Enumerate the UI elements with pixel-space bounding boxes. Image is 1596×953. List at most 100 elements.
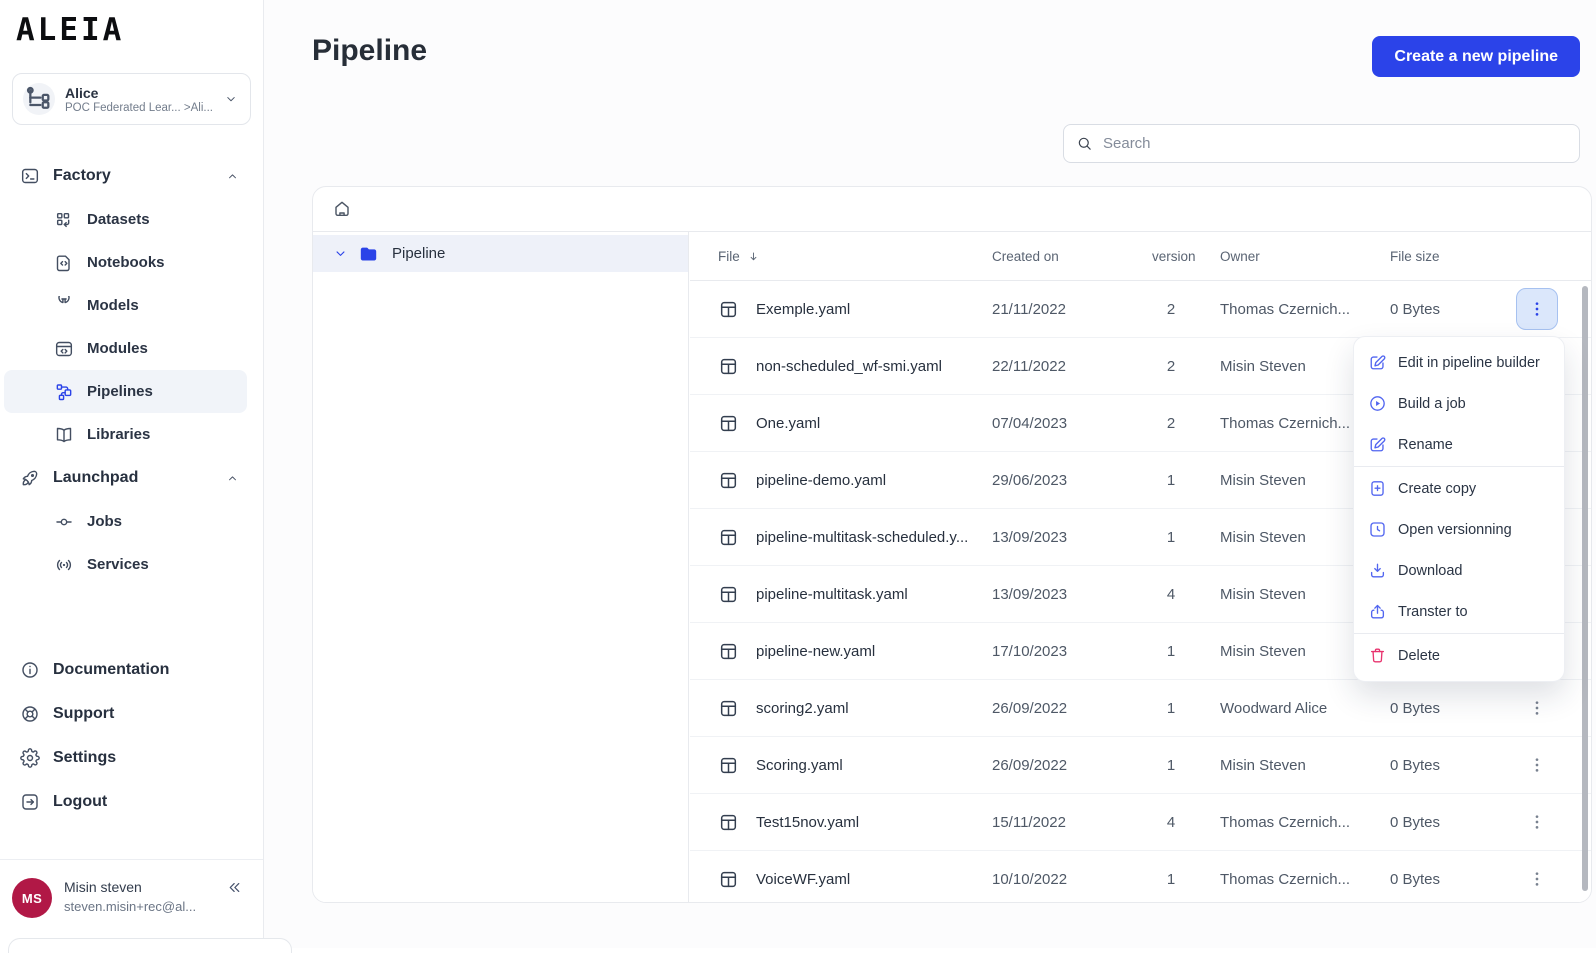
file-name: VoiceWF.yaml <box>756 870 851 888</box>
file-table-icon <box>718 641 739 662</box>
sidebar-item-services[interactable]: Services <box>0 543 263 586</box>
sidebar-nav: Factory Datasets Notebooks Models Modules Pip… <box>0 154 263 586</box>
file-table-icon <box>718 413 739 434</box>
menu-item-delete[interactable]: Delete <box>1354 635 1564 676</box>
row-menu-button[interactable] <box>1516 801 1558 843</box>
cell-owner: Thomas Czernich... <box>1220 414 1351 432</box>
search-input[interactable] <box>1101 134 1567 153</box>
tree-item-label: Pipeline <box>392 245 446 262</box>
services-icon <box>54 555 74 575</box>
table-scrollbar[interactable] <box>1582 286 1588 891</box>
sidebar-link-documentation[interactable]: Documentation <box>0 648 263 692</box>
cell-owner: Thomas Czernich... <box>1220 870 1351 888</box>
kebab-icon <box>1527 755 1547 775</box>
cell-file: pipeline-new.yaml <box>690 641 977 662</box>
menu-item-label: Create copy <box>1398 480 1477 497</box>
column-header-created-on: Created on <box>977 249 1137 264</box>
sidebar-footer-links: Documentation Support Settings Logout <box>0 648 263 824</box>
sidebar-item-datasets[interactable]: Datasets <box>0 198 263 241</box>
cell-version: 4 <box>1166 813 1176 831</box>
sidebar-item-modules[interactable]: Modules <box>0 327 263 370</box>
sidebar-group-factory[interactable]: Factory <box>0 154 263 198</box>
sidebar-link-logout[interactable]: Logout <box>0 780 263 824</box>
avatar: MS <box>12 878 52 918</box>
sidebar-group-label: Launchpad <box>53 469 139 486</box>
column-header-owner: Owner <box>1205 249 1375 264</box>
chevron-down-icon[interactable] <box>333 246 348 261</box>
main-content: Pipeline Create a new pipeline Pipeline … <box>264 0 1596 948</box>
cell-file: scoring2.yaml <box>690 698 977 719</box>
column-header-file-size: File size <box>1375 249 1495 264</box>
table-row[interactable]: VoiceWF.yaml 10/10/2022 1 Thomas Czernich..… <box>690 851 1591 902</box>
transfer-icon <box>1368 602 1387 621</box>
workspace-selector[interactable]: Alice POC Federated Lear... >Ali... <box>12 73 251 125</box>
sidebar-link-support[interactable]: Support <box>0 692 263 736</box>
file-name: pipeline-demo.yaml <box>756 471 887 489</box>
menu-item-label: Transter to <box>1398 603 1468 620</box>
kebab-icon <box>1527 869 1547 889</box>
table-row[interactable]: Exemple.yaml 21/11/2022 2 Thomas Czernich..… <box>690 281 1591 338</box>
sidebar-item-jobs[interactable]: Jobs <box>0 500 263 543</box>
table-row[interactable]: Test15nov.yaml 15/11/2022 4 Thomas Czernich… <box>690 794 1591 851</box>
table-row[interactable]: Scoring.yaml 26/09/2022 1 Misin Steven 0 Byt… <box>690 737 1591 794</box>
cell-version: 2 <box>1166 414 1176 432</box>
folder-tree: Pipeline <box>313 232 689 902</box>
sidebar-group-launchpad[interactable]: Launchpad <box>0 456 263 500</box>
menu-item-rename[interactable]: Rename <box>1354 424 1564 465</box>
sidebar-item-notebooks[interactable]: Notebooks <box>0 241 263 284</box>
column-header-file[interactable]: File <box>690 249 977 264</box>
sidebar-item-label: Pipelines <box>87 383 153 400</box>
documentation-icon <box>20 660 40 680</box>
sidebar-item-pipelines[interactable]: Pipelines <box>4 370 247 413</box>
cell-owner: Misin Steven <box>1220 471 1306 489</box>
file-table-icon <box>718 584 739 605</box>
menu-item-open-versionning[interactable]: Open versionning <box>1354 509 1564 550</box>
sidebar-item-label: Modules <box>87 340 148 357</box>
pipelines-icon <box>54 382 74 402</box>
home-button[interactable] <box>328 195 356 223</box>
table-row[interactable]: scoring2.yaml 26/09/2022 1 Woodward Alice 0 … <box>690 680 1591 737</box>
cell-created: 26/09/2022 <box>992 699 1068 717</box>
cell-version: 1 <box>1166 756 1176 774</box>
cell-size: 0 Bytes <box>1390 870 1441 888</box>
tree-item-pipeline[interactable]: Pipeline <box>313 235 688 272</box>
menu-item-edit-in-pipeline-builder[interactable]: Edit in pipeline builder <box>1354 342 1564 383</box>
file-name: pipeline-new.yaml <box>756 642 876 660</box>
file-table-icon <box>718 812 739 833</box>
row-menu-button[interactable] <box>1516 288 1558 330</box>
file-table-icon <box>718 299 739 320</box>
cell-actions <box>1495 858 1591 900</box>
file-name: Scoring.yaml <box>756 756 843 774</box>
collapse-sidebar-icon[interactable] <box>226 879 243 896</box>
download-icon <box>1368 561 1387 580</box>
play-icon <box>1368 394 1387 413</box>
sidebar-item-libraries[interactable]: Libraries <box>0 413 263 456</box>
kebab-icon <box>1527 698 1547 718</box>
cell-file: Exemple.yaml <box>690 299 977 320</box>
menu-item-build-a-job[interactable]: Build a job <box>1354 383 1564 424</box>
menu-divider <box>1354 633 1564 634</box>
menu-item-create-copy[interactable]: Create copy <box>1354 468 1564 509</box>
sidebar-item-models[interactable]: Models <box>0 284 263 327</box>
menu-item-download[interactable]: Download <box>1354 550 1564 591</box>
cell-owner: Misin Steven <box>1220 585 1306 603</box>
cell-created: 29/06/2023 <box>992 471 1068 489</box>
file-table-icon <box>718 755 739 776</box>
cell-size: 0 Bytes <box>1390 813 1441 831</box>
menu-item-transter-to[interactable]: Transter to <box>1354 591 1564 632</box>
row-menu-button[interactable] <box>1516 687 1558 729</box>
cell-version: 1 <box>1166 870 1176 888</box>
user-info: Misin steven steven.misin+rec@al... <box>64 878 196 914</box>
menu-item-label: Open versionning <box>1398 521 1512 538</box>
column-header-label: File <box>718 248 740 264</box>
sidebar-link-settings[interactable]: Settings <box>0 736 263 780</box>
file-name: Exemple.yaml <box>756 300 851 318</box>
sidebar-link-label: Logout <box>53 793 108 810</box>
file-table-icon <box>718 698 739 719</box>
row-menu-button[interactable] <box>1516 858 1558 900</box>
versioning-icon <box>1368 520 1387 539</box>
row-menu-button[interactable] <box>1516 744 1558 786</box>
file-table-icon <box>718 527 739 548</box>
cell-created: 22/11/2022 <box>992 357 1066 375</box>
create-pipeline-button[interactable]: Create a new pipeline <box>1372 36 1580 77</box>
